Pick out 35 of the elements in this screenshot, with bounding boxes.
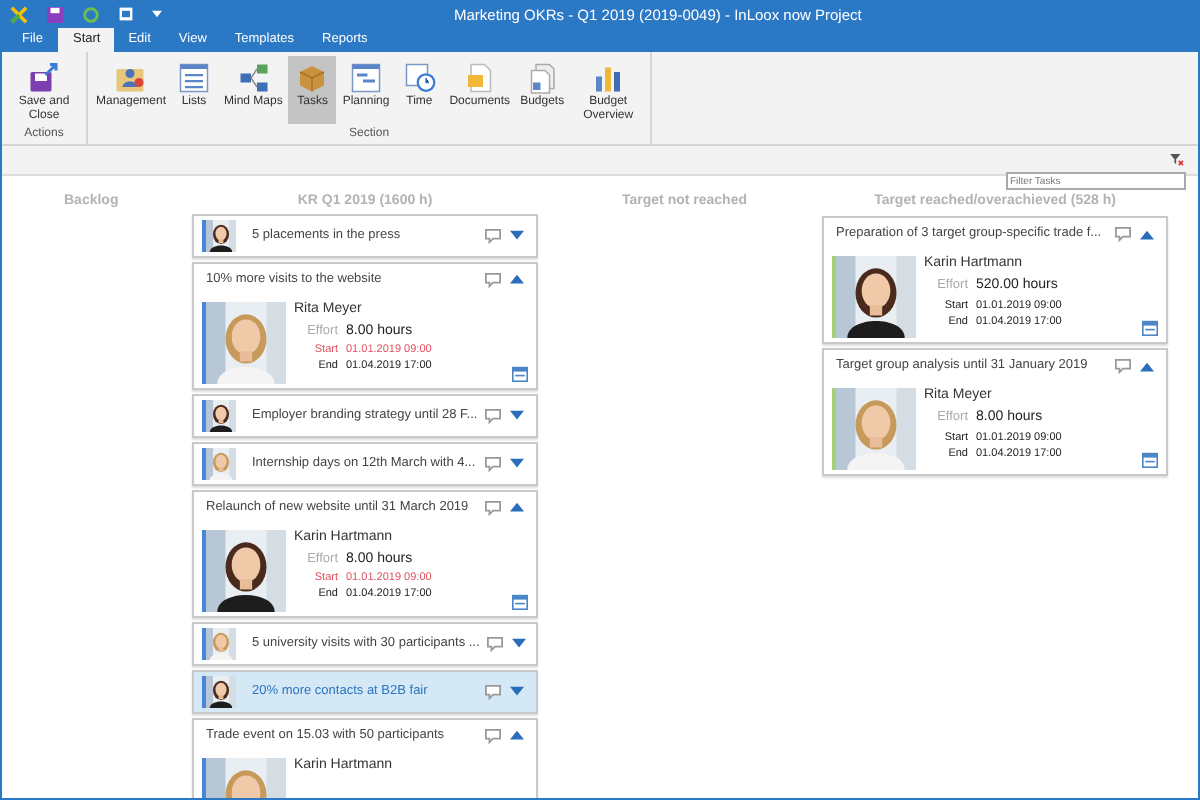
comment-icon[interactable] [484, 455, 502, 471]
floppy-icon [26, 60, 62, 96]
collapse-icon[interactable] [510, 730, 524, 740]
comment-icon[interactable] [485, 635, 504, 651]
calendar-icon[interactable] [512, 593, 528, 609]
comment-icon[interactable] [484, 683, 502, 699]
expand-icon[interactable] [510, 686, 524, 696]
expand-icon[interactable] [511, 638, 526, 648]
diagram-icon [235, 60, 272, 96]
dropdown-icon[interactable] [152, 10, 162, 18]
save-icon[interactable] [46, 5, 64, 23]
refresh-icon[interactable] [82, 5, 100, 23]
collapse-icon[interactable] [1140, 229, 1154, 239]
comment-icon[interactable] [1114, 358, 1132, 374]
calendar-icon[interactable] [1142, 320, 1158, 336]
comment-icon[interactable] [484, 727, 502, 743]
clock-icon [401, 60, 438, 96]
comment-icon[interactable] [484, 271, 502, 287]
expand-icon[interactable] [510, 458, 524, 468]
calendar-icon[interactable] [1142, 452, 1158, 468]
app-logo-icon [10, 5, 28, 23]
comment-icon[interactable] [1114, 226, 1132, 242]
collapse-icon[interactable] [510, 274, 524, 284]
window-icon[interactable] [118, 6, 134, 22]
collapse-icon[interactable] [510, 502, 524, 512]
expand-icon[interactable] [510, 230, 524, 240]
calendar-icon[interactable] [512, 365, 528, 381]
comment-icon[interactable] [484, 227, 502, 243]
collapse-icon[interactable] [1140, 361, 1154, 371]
comment-icon[interactable] [484, 499, 502, 515]
comment-icon[interactable] [484, 407, 502, 423]
checklist-icon [176, 60, 212, 96]
filter-clear-icon[interactable] [1170, 153, 1184, 165]
gantt-icon [348, 60, 385, 96]
expand-icon[interactable] [510, 410, 524, 420]
